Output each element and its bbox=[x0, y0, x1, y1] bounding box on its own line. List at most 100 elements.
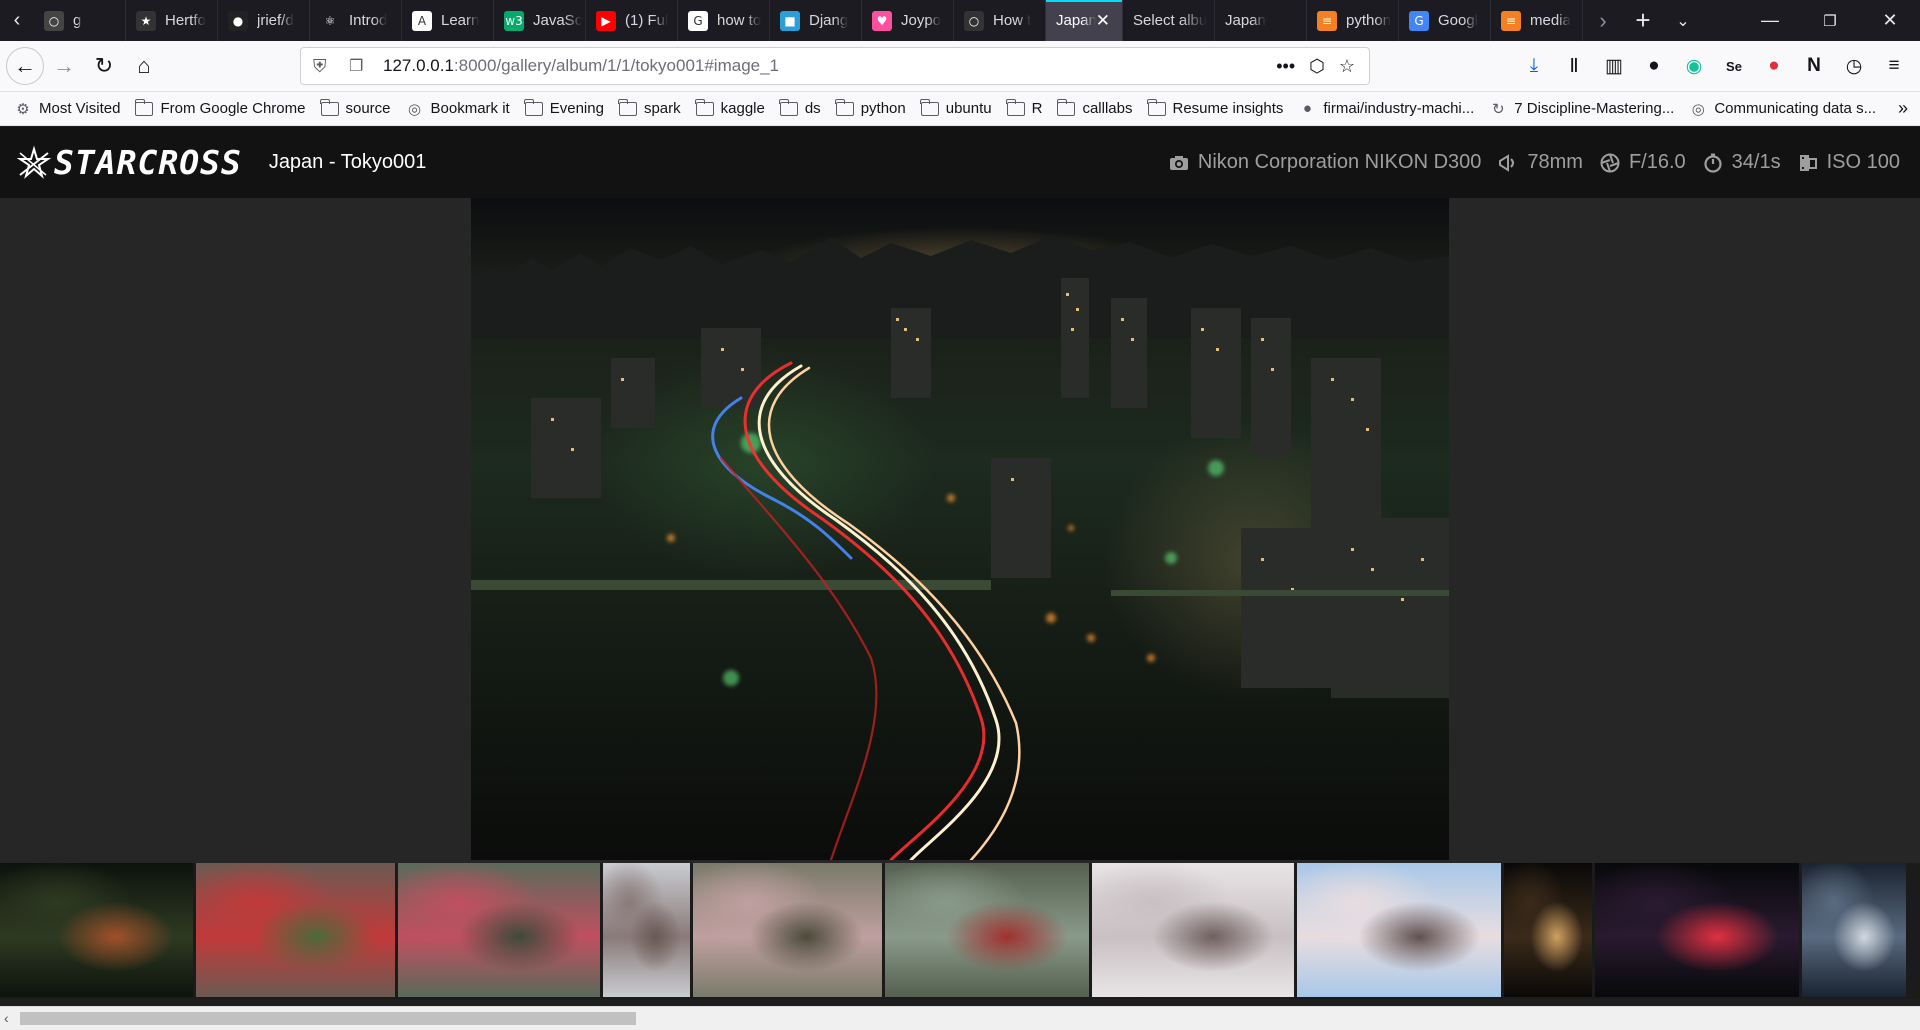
scrollbar-thumb[interactable] bbox=[20, 1012, 636, 1025]
horizontal-scrollbar[interactable]: ‹ bbox=[0, 1006, 1920, 1030]
tab-label: Djang bbox=[809, 12, 849, 29]
bookmark-item[interactable]: ◎ Communicating data s... bbox=[1689, 100, 1876, 118]
forward-button[interactable]: → bbox=[44, 46, 84, 86]
url-text[interactable]: 127.0.0.1:8000/gallery/album/1/1/tokyo00… bbox=[383, 56, 779, 76]
tab-label: Joypo bbox=[901, 12, 942, 29]
tab-label: Hertfo bbox=[165, 12, 206, 29]
browser-tab[interactable]: ★ Hertfo bbox=[126, 0, 218, 41]
list-all-tabs-icon[interactable]: ⌄ bbox=[1663, 0, 1703, 41]
library-icon[interactable]: Ⅱ bbox=[1556, 48, 1592, 84]
back-button[interactable]: ← bbox=[6, 47, 44, 85]
thumb-cherry-blossoms[interactable] bbox=[1092, 863, 1294, 997]
thumb-festival-stalls[interactable] bbox=[693, 863, 882, 997]
browser-tab[interactable]: Japan bbox=[1215, 0, 1307, 41]
tracking-protection-shield-icon[interactable]: ⛨ bbox=[313, 56, 335, 77]
browser-tab[interactable]: w3 JavaSc bbox=[494, 0, 586, 41]
tab-label: Select albu bbox=[1133, 12, 1208, 29]
bookmark-item[interactable]: ● firmai/industry-machi... bbox=[1298, 100, 1474, 117]
bookmark-item[interactable]: python bbox=[835, 98, 906, 117]
home-button[interactable]: ⌂ bbox=[124, 46, 164, 86]
bookmark-item[interactable]: calllabs bbox=[1056, 98, 1133, 117]
browser-nav-bar: ← → ↻ ⌂ ⛨ ❐ 127.0.0.1:8000/gallery/album… bbox=[0, 41, 1920, 92]
browser-tab[interactable]: Select albu bbox=[1123, 0, 1215, 41]
bookmark-star-icon[interactable]: ☆ bbox=[1339, 56, 1355, 77]
bookmark-label: source bbox=[345, 100, 391, 117]
browser-tab[interactable]: ≡ media bbox=[1491, 0, 1583, 41]
app-header: STARCROSS Japan - Tokyo001 Nikon Corpora… bbox=[0, 127, 1920, 198]
google-icon: G bbox=[688, 10, 708, 31]
bookmark-item[interactable]: spark bbox=[618, 98, 681, 117]
account-icon[interactable]: ● bbox=[1636, 48, 1672, 84]
bookmark-item[interactable]: ◎ Bookmark it bbox=[406, 100, 510, 118]
bookmark-item[interactable]: ↻ 7 Discipline-Mastering... bbox=[1489, 100, 1674, 118]
url-bar[interactable]: ⛨ ❐ 127.0.0.1:8000/gallery/album/1/1/tok… bbox=[300, 47, 1370, 85]
bookmark-item[interactable]: ⚙ Most Visited bbox=[14, 100, 120, 118]
browser-tab[interactable]: ● jrief/d bbox=[218, 0, 310, 41]
folder-icon bbox=[920, 98, 939, 117]
browser-tab[interactable]: ○ How t bbox=[954, 0, 1046, 41]
minimize-icon[interactable]: — bbox=[1740, 0, 1800, 41]
downloads-icon[interactable]: ⤓ bbox=[1516, 48, 1552, 84]
close-tab-icon[interactable]: ✕ bbox=[1096, 11, 1110, 31]
thumb-jizo-statues[interactable] bbox=[196, 863, 395, 997]
bookmark-item[interactable]: Evening bbox=[524, 98, 604, 117]
starcross-logo[interactable]: STARCROSS bbox=[16, 143, 242, 182]
bookmark-item[interactable]: R bbox=[1006, 98, 1042, 117]
browser-tab[interactable]: Japan -✕ bbox=[1046, 0, 1123, 41]
bookmark-item[interactable]: kaggle bbox=[695, 98, 765, 117]
sidebar-icon[interactable]: ▥ bbox=[1596, 48, 1632, 84]
thumb-night-street[interactable] bbox=[1504, 863, 1592, 997]
tab-scroll-left-icon[interactable]: ‹ bbox=[0, 0, 34, 41]
bookmark-item[interactable]: Resume insights bbox=[1147, 98, 1284, 117]
stackoverflow-icon: ≡ bbox=[1317, 10, 1337, 31]
bookmark-item[interactable]: source bbox=[320, 98, 391, 117]
browser-tab[interactable]: Ghow to bbox=[678, 0, 770, 41]
tab-scroll-right-icon[interactable]: › bbox=[1583, 0, 1623, 41]
thumb-tokyo-tower[interactable] bbox=[603, 863, 690, 997]
tomato-timer-icon[interactable]: ● bbox=[1756, 48, 1792, 84]
thumbnail-strip[interactable] bbox=[0, 863, 1920, 999]
restore-icon[interactable]: ❐ bbox=[1800, 0, 1860, 41]
browser-tab[interactable]: ▶ (1) Ful bbox=[586, 0, 678, 41]
close-window-icon[interactable]: ✕ bbox=[1860, 0, 1920, 41]
history-clock-icon[interactable]: ◷ bbox=[1836, 48, 1872, 84]
generic-icon: ○ bbox=[44, 10, 64, 31]
logo-text: STARCROSS bbox=[54, 143, 242, 182]
folder-icon bbox=[524, 98, 543, 117]
main-photo-tokyo-night[interactable] bbox=[471, 198, 1449, 860]
browser-tab[interactable]: ♥ Joypo bbox=[862, 0, 954, 41]
aperture-value: F/16.0 bbox=[1628, 151, 1686, 173]
browser-tab[interactable]: G Googl bbox=[1399, 0, 1491, 41]
pocket-icon[interactable]: ⬡ bbox=[1309, 56, 1325, 77]
reload-button[interactable]: ↻ bbox=[84, 46, 124, 86]
browser-tab[interactable]: A Learn bbox=[402, 0, 494, 41]
thumb-city-traffic[interactable] bbox=[1802, 863, 1906, 997]
grammarly-icon[interactable]: ◉ bbox=[1676, 48, 1712, 84]
camera-icon bbox=[1168, 152, 1190, 174]
page-info-icon[interactable]: ❐ bbox=[349, 56, 369, 76]
bookmark-item[interactable]: From Google Chrome bbox=[134, 98, 306, 117]
notion-icon[interactable]: N bbox=[1796, 48, 1832, 84]
thumb-garden-shrine[interactable] bbox=[885, 863, 1089, 997]
scroll-left-arrow-icon[interactable]: ‹ bbox=[4, 1010, 9, 1026]
thumb-shinjuku-night[interactable] bbox=[1595, 863, 1799, 997]
browser-tab[interactable]: ■ Djang bbox=[770, 0, 862, 41]
bookmarks-overflow-icon[interactable]: » bbox=[1898, 98, 1908, 119]
tokyo-night-photo-illustration bbox=[471, 236, 1449, 860]
bookmark-label: Resume insights bbox=[1172, 100, 1284, 117]
page-actions-icon[interactable]: ••• bbox=[1276, 56, 1295, 77]
album-title: Japan - Tokyo001 bbox=[268, 151, 427, 173]
bookmark-item[interactable]: ds bbox=[779, 98, 821, 117]
selenium-icon[interactable]: Se bbox=[1716, 48, 1752, 84]
browser-tab[interactable]: ⚛ Introd bbox=[310, 0, 402, 41]
star-cross-logo-icon bbox=[16, 145, 52, 179]
thumb-buddha-statue[interactable] bbox=[398, 863, 600, 997]
thumb-bird-blossom[interactable] bbox=[1297, 863, 1501, 997]
thumb-night-city[interactable] bbox=[0, 863, 193, 997]
menu-hamburger-icon[interactable]: ≡ bbox=[1876, 48, 1912, 84]
bookmark-item[interactable]: ubuntu bbox=[920, 98, 992, 117]
exif-iso: ISO 100 bbox=[1797, 151, 1900, 174]
browser-tab[interactable]: ≡ python bbox=[1307, 0, 1399, 41]
browser-tab[interactable]: ○ g bbox=[34, 0, 126, 41]
new-tab-icon[interactable]: + bbox=[1623, 0, 1663, 41]
